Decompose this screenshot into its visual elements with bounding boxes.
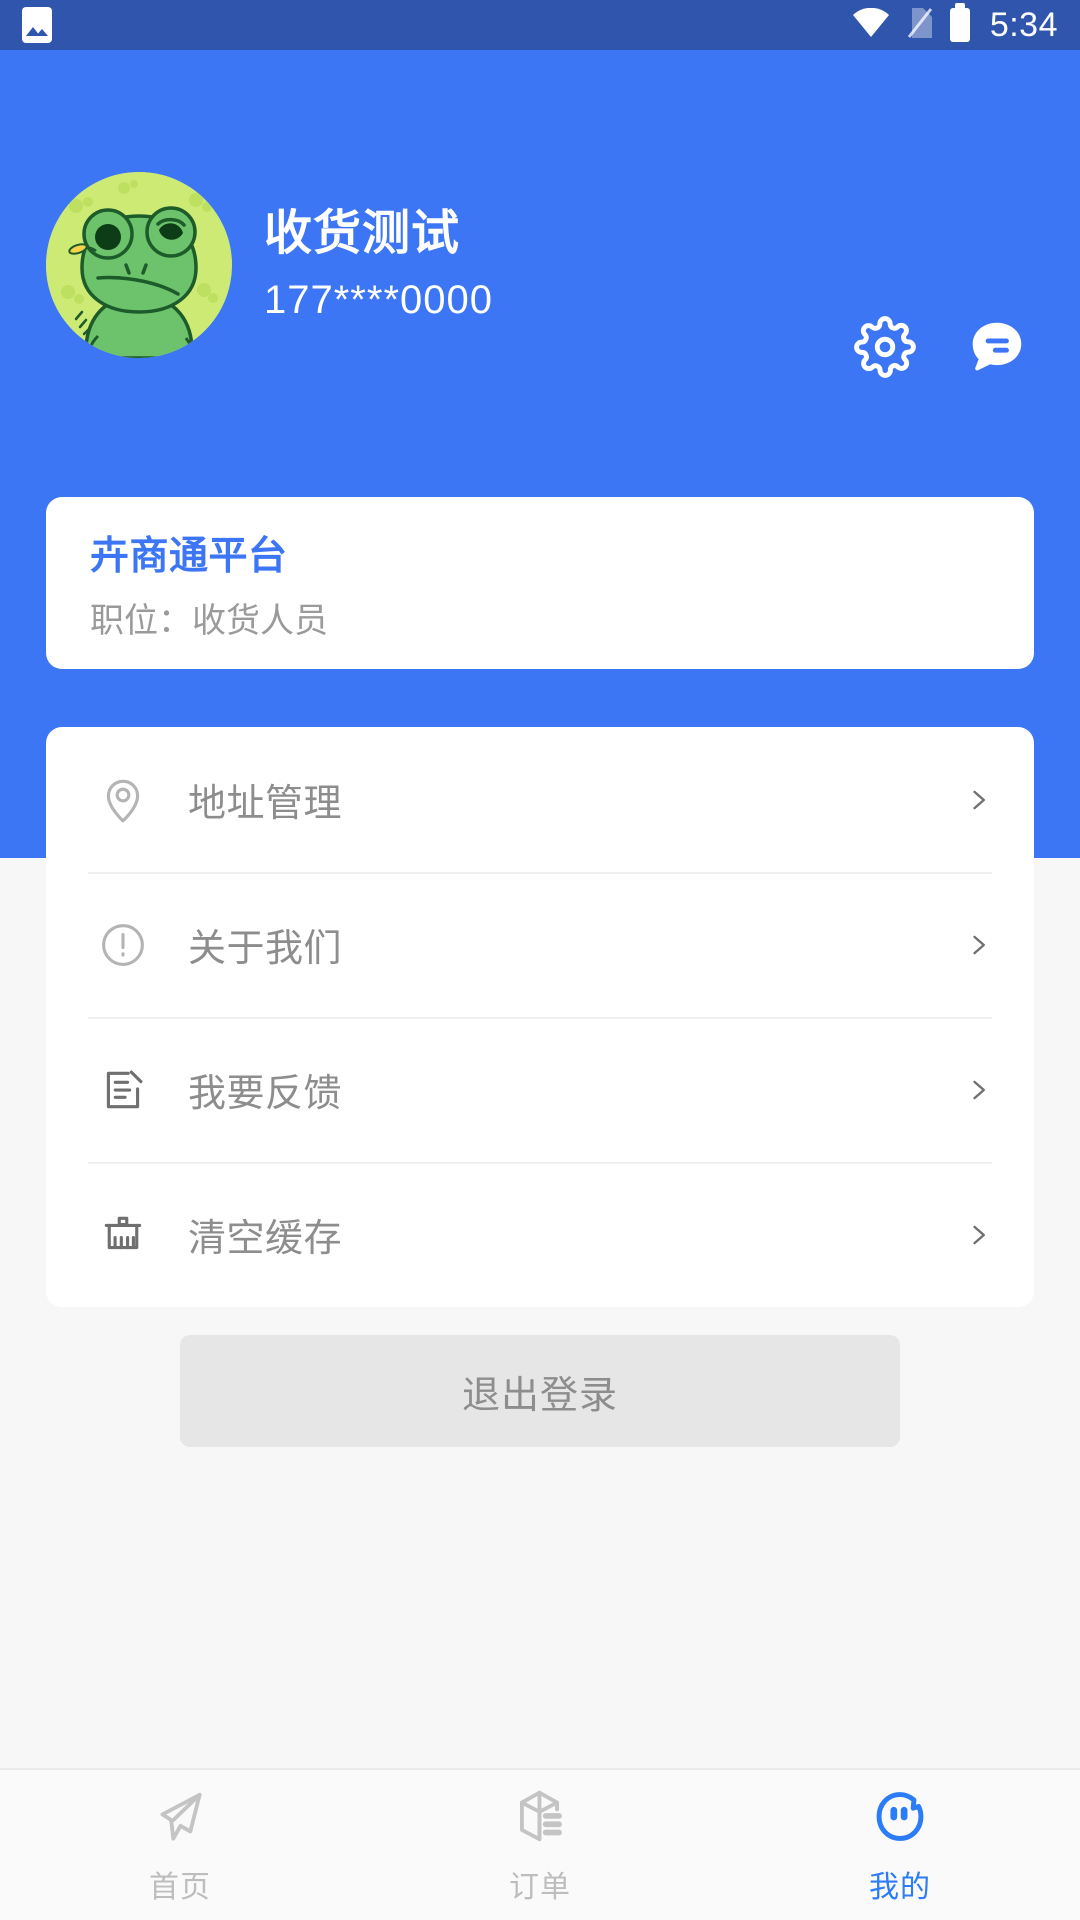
menu-card: 地址管理 关于我们 我要反馈 清空缓存	[46, 727, 1034, 1307]
feedback-note-icon	[96, 1063, 150, 1117]
menu-item-label: 清空缓存	[188, 1218, 343, 1260]
chevron-right-icon	[964, 931, 992, 959]
broom-icon	[96, 1208, 150, 1262]
status-bar: 5:34	[0, 0, 1080, 50]
wifi-icon	[852, 7, 890, 43]
header-actions	[854, 316, 1028, 378]
settings-icon[interactable]	[854, 316, 916, 378]
bottom-nav: 首页 订单 我的	[0, 1768, 1080, 1920]
menu-item-about[interactable]: 关于我们	[46, 872, 1034, 1017]
status-time: 5:34	[989, 5, 1058, 44]
battery-icon	[949, 3, 970, 42]
no-sim-icon	[906, 6, 934, 45]
chevron-right-icon	[964, 1076, 992, 1104]
status-bar-right: 5:34	[852, 3, 1058, 45]
platform-name: 卉商通平台	[90, 535, 288, 578]
menu-item-clear-cache[interactable]: 清空缓存	[46, 1162, 1034, 1307]
menu-item-label: 地址管理	[188, 783, 343, 825]
menu-item-address[interactable]: 地址管理	[46, 727, 1034, 872]
logout-button[interactable]: 退出登录	[180, 1335, 900, 1447]
user-name: 收货测试	[264, 206, 461, 260]
message-icon[interactable]	[966, 316, 1028, 378]
nav-item-home[interactable]: 首页	[0, 1770, 360, 1920]
chevron-right-icon	[964, 786, 992, 814]
menu-item-feedback[interactable]: 我要反馈	[46, 1017, 1034, 1162]
status-bar-left	[22, 7, 52, 43]
package-box-icon	[509, 1784, 571, 1850]
nav-item-label: 首页	[149, 1871, 211, 1904]
nav-item-orders[interactable]: 订单	[360, 1770, 720, 1920]
profile-text: 收货测试 177****0000	[264, 206, 493, 323]
platform-role: 职位：收货人员	[90, 601, 328, 640]
nav-item-profile[interactable]: 我的	[720, 1770, 1080, 1920]
user-phone: 177****0000	[264, 278, 493, 323]
info-circle-icon	[96, 918, 150, 972]
avatar[interactable]	[46, 172, 232, 358]
menu-item-label: 我要反馈	[188, 1073, 343, 1115]
location-pin-icon	[96, 773, 150, 827]
paper-plane-icon	[149, 1784, 211, 1850]
platform-card: 卉商通平台 职位：收货人员	[46, 497, 1034, 669]
photo-icon	[22, 7, 52, 43]
chevron-right-icon	[964, 1221, 992, 1249]
menu-item-label: 关于我们	[188, 928, 343, 970]
profile-face-icon	[869, 1784, 931, 1850]
nav-item-label: 我的	[869, 1871, 931, 1904]
nav-item-label: 订单	[509, 1871, 571, 1904]
